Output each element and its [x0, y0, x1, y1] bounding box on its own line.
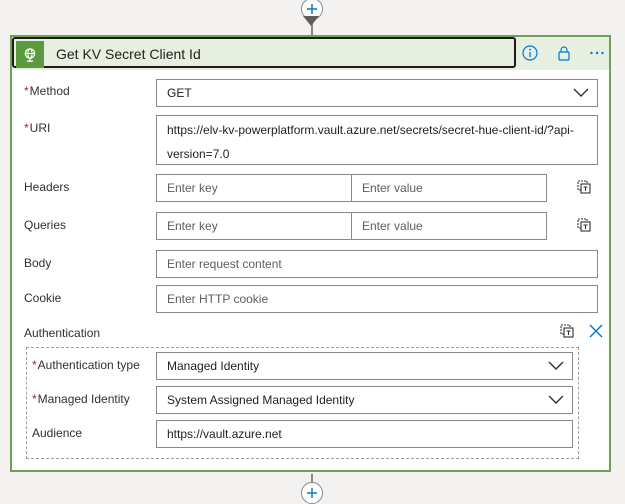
queries-switch-to-text-button[interactable] [575, 216, 593, 234]
switch-to-text-icon [577, 218, 591, 232]
more-options-button[interactable] [587, 43, 607, 63]
arrow-down-icon [303, 16, 319, 26]
title-box[interactable]: Get KV Secret Client Id [12, 37, 516, 68]
managed-identity-label: *Managed Identity [32, 392, 130, 406]
headers-key-input[interactable]: Enter key [156, 174, 352, 202]
queries-key-input[interactable]: Enter key [156, 212, 352, 240]
auth-type-value: Managed Identity [167, 359, 260, 373]
info-button[interactable] [520, 43, 540, 63]
body-input[interactable]: Enter request content [156, 250, 598, 278]
audience-label: Audience [32, 426, 83, 440]
lock-icon [558, 46, 570, 61]
close-icon [589, 324, 603, 338]
auth-type-dropdown[interactable]: Managed Identity [156, 352, 573, 380]
card-header: Get KV Secret Client Id [12, 37, 609, 70]
required-marker: * [24, 121, 29, 135]
headers-switch-to-text-button[interactable] [575, 178, 593, 196]
add-step-bottom-button[interactable] [301, 482, 323, 504]
cookie-label: Cookie [24, 291, 62, 305]
chevron-down-icon [548, 395, 564, 404]
auth-type-label-text: Authentication type [37, 358, 140, 372]
authentication-label: Authentication [24, 326, 101, 340]
cookie-input[interactable]: Enter HTTP cookie [156, 285, 598, 313]
queries-value-input[interactable]: Enter value [351, 212, 547, 240]
method-label: *Method [24, 84, 70, 98]
uri-input[interactable]: https://elv-kv-powerplatform.vault.azure… [156, 115, 598, 165]
queries-label: Queries [24, 218, 67, 232]
uri-label-text: URI [29, 121, 51, 135]
action-card: Get KV Secret Client Id *Method GET *URI… [10, 35, 611, 472]
more-icon [590, 51, 604, 55]
audience-input[interactable]: https://vault.azure.net [156, 420, 573, 448]
secure-settings-button[interactable] [554, 43, 574, 63]
add-icon [307, 488, 317, 498]
auth-type-label: *Authentication type [32, 358, 140, 372]
chevron-down-icon [548, 361, 564, 370]
action-title: Get KV Secret Client Id [56, 46, 201, 62]
chevron-down-icon [573, 88, 589, 97]
method-value: GET [167, 86, 192, 100]
headers-label: Headers [24, 180, 70, 194]
managed-identity-value: System Assigned Managed Identity [167, 393, 355, 407]
required-marker: * [32, 392, 37, 406]
info-icon [522, 45, 538, 61]
method-label-text: Method [29, 84, 70, 98]
switch-to-text-icon [577, 180, 591, 194]
globe-icon [16, 41, 44, 68]
uri-label: *URI [24, 121, 50, 135]
switch-to-text-icon [560, 324, 574, 338]
authentication-switch-to-text-button[interactable] [558, 322, 576, 340]
body-label: Body [24, 256, 52, 270]
method-dropdown[interactable]: GET [156, 79, 598, 107]
remove-authentication-button[interactable] [587, 322, 605, 340]
required-marker: * [24, 84, 29, 98]
required-marker: * [32, 358, 37, 372]
managed-identity-label-text: Managed Identity [37, 392, 130, 406]
managed-identity-dropdown[interactable]: System Assigned Managed Identity [156, 386, 573, 414]
add-icon [307, 4, 317, 14]
headers-value-input[interactable]: Enter value [351, 174, 547, 202]
